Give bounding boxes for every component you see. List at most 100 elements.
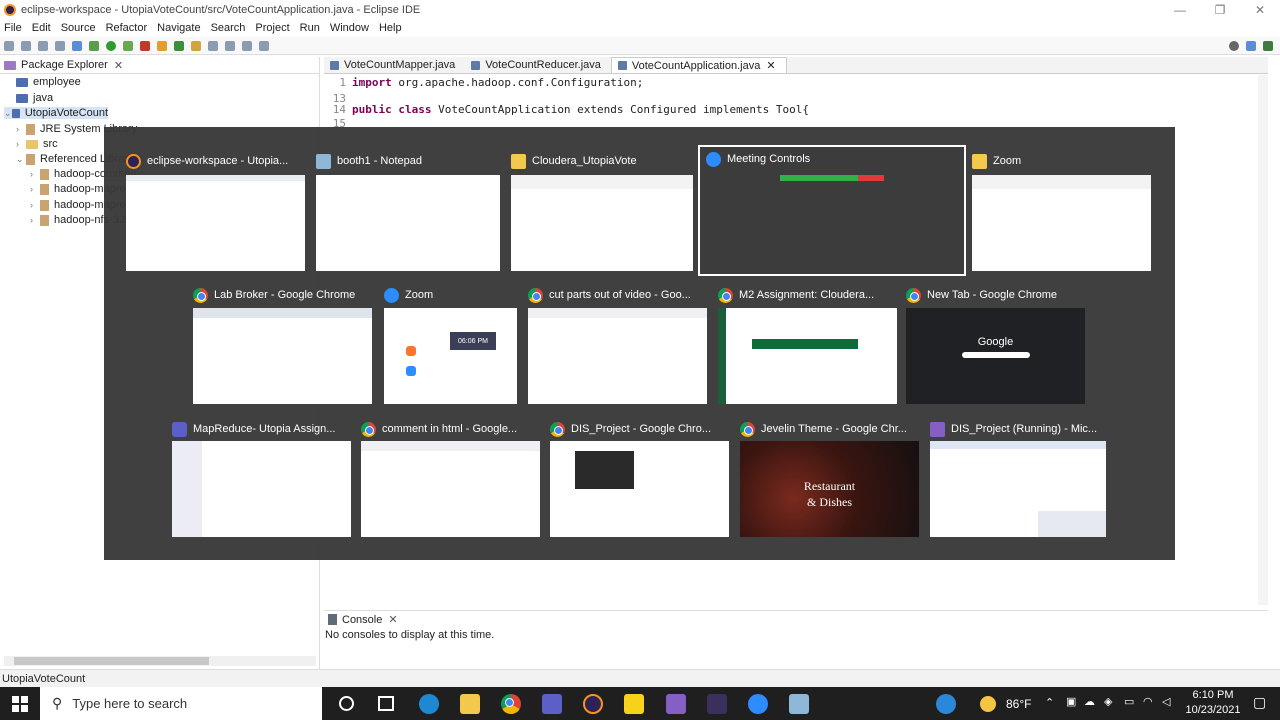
teams-icon[interactable] <box>542 694 562 714</box>
tree-item-utopiavotecount[interactable]: ⌄ UtopiaVoteCount <box>4 107 108 119</box>
chevron-up-icon[interactable]: ⌃ <box>1045 696 1054 709</box>
close-icon[interactable]: ✕ <box>114 59 123 72</box>
new-package-icon[interactable] <box>157 40 167 51</box>
taskbar-search-box[interactable]: ⚲ Type here to search <box>40 687 322 720</box>
window-title: eclipse-workspace - UtopiaVoteCount/src/… <box>21 4 421 16</box>
task-window-zoom[interactable]: Zoom 06:06 PM <box>384 283 517 404</box>
new-class-icon[interactable] <box>174 40 184 51</box>
visual-studio-icon[interactable] <box>666 694 686 714</box>
search-icon[interactable] <box>1229 40 1239 51</box>
external-tools-icon[interactable] <box>140 40 150 51</box>
task-window-lab-broker[interactable]: Lab Broker - Google Chrome <box>193 283 372 404</box>
chrome-icon <box>550 421 565 437</box>
task-view-icon[interactable] <box>378 696 394 711</box>
tab-votecountmapper[interactable]: VoteCountMapper.java <box>324 57 465 73</box>
close-button[interactable]: ✕ <box>1240 0 1280 20</box>
back-icon[interactable] <box>242 40 252 51</box>
task-window-cloudera-folder[interactable]: Cloudera_UtopiaVote <box>511 149 693 271</box>
task-window-zoom-folder[interactable]: Zoom <box>972 149 1151 271</box>
open-type-icon[interactable] <box>191 40 201 51</box>
sticky-notes-icon[interactable] <box>624 694 644 714</box>
eclipse-icon[interactable] <box>583 694 603 714</box>
task-window-notepad[interactable]: booth1 - Notepad <box>316 149 500 271</box>
vertical-scrollbar[interactable] <box>1258 75 1268 605</box>
window-thumbnail <box>193 308 372 404</box>
tree-item-java[interactable]: java <box>16 92 53 104</box>
wifi-icon[interactable]: ◠ <box>1143 695 1153 708</box>
volume-icon[interactable]: ◁ <box>1162 695 1170 708</box>
cortana-icon[interactable] <box>339 696 354 711</box>
console-tab[interactable]: Console ✕ <box>324 611 1268 628</box>
search-tool-icon[interactable] <box>208 40 218 51</box>
menu-search[interactable]: Search <box>211 22 246 34</box>
zoom-icon[interactable] <box>748 694 768 714</box>
menu-navigate[interactable]: Navigate <box>157 22 200 34</box>
help-icon[interactable] <box>936 694 956 714</box>
menu-project[interactable]: Project <box>255 22 289 34</box>
project-icon <box>16 77 28 87</box>
clock-date[interactable]: 10/23/2021 <box>1182 704 1244 716</box>
code-line[interactable]: 14 public class VoteCountApplication exte… <box>324 103 809 116</box>
new-icon[interactable] <box>4 40 14 51</box>
weather-temp[interactable]: 86°F <box>1006 697 1031 711</box>
minimize-button[interactable]: — <box>1160 0 1200 20</box>
weather-icon[interactable] <box>980 696 996 712</box>
scrollbar-thumb[interactable] <box>14 657 209 665</box>
battery-icon[interactable]: ▭ <box>1124 695 1134 708</box>
close-icon[interactable]: ✕ <box>388 613 397 626</box>
save-all-icon[interactable] <box>38 40 48 51</box>
java-perspective-icon[interactable] <box>1263 40 1273 51</box>
task-window-meeting-controls[interactable]: Meeting Controls <box>698 145 966 276</box>
task-window-new-tab[interactable]: New Tab - Google Chrome Google <box>906 283 1085 404</box>
tab-votecountapplication[interactable]: VoteCountApplication.java ✕ <box>610 57 787 73</box>
terminal-icon[interactable] <box>707 694 727 714</box>
tab-votecountreducer[interactable]: VoteCountReducer.java <box>465 57 611 73</box>
expand-icon[interactable]: ⌄ <box>4 108 12 119</box>
onedrive-icon[interactable]: ☁ <box>1084 695 1095 708</box>
clock-time[interactable]: 6:10 PM <box>1188 689 1238 701</box>
tree-item-employee[interactable]: employee <box>16 76 81 88</box>
task-window-mapreduce-teams[interactable]: MapReduce- Utopia Assign... <box>172 417 351 537</box>
tray-icon[interactable]: ◈ <box>1104 695 1112 708</box>
horizontal-scrollbar[interactable] <box>4 656 316 666</box>
debug-icon[interactable] <box>89 40 99 51</box>
tree-item-src[interactable]: › src <box>16 138 58 150</box>
menu-run[interactable]: Run <box>300 22 320 34</box>
save-icon[interactable] <box>21 40 31 51</box>
window-thumbnail <box>528 308 707 404</box>
windows-start-icon[interactable] <box>12 696 28 712</box>
code-line[interactable]: 1 import org.apache.hadoop.conf.Configura… <box>324 76 643 89</box>
file-explorer-icon[interactable] <box>460 694 480 714</box>
perspective-icon[interactable] <box>1246 40 1256 51</box>
print-icon[interactable] <box>55 40 65 51</box>
menu-edit[interactable]: Edit <box>32 22 51 34</box>
task-window-dis-project[interactable]: DIS_Project - Google Chro... <box>550 417 729 537</box>
close-icon[interactable]: ✕ <box>766 59 775 72</box>
task-window-visual-studio[interactable]: DIS_Project (Running) - Mic... <box>930 417 1106 537</box>
library-icon <box>26 123 35 135</box>
notifications-icon[interactable]: ▢ <box>1253 694 1266 711</box>
edge-icon[interactable] <box>419 694 439 714</box>
menu-file[interactable]: File <box>4 22 22 34</box>
menu-window[interactable]: Window <box>330 22 369 34</box>
package-explorer-tab[interactable]: Package Explorer ✕ <box>0 57 319 74</box>
window-thumbnail: 06:06 PM <box>384 308 517 404</box>
terminal-icon[interactable] <box>72 40 82 51</box>
coverage-icon[interactable] <box>123 40 133 51</box>
menu-help[interactable]: Help <box>379 22 402 34</box>
run-icon[interactable] <box>106 40 116 51</box>
task-window-m2-assignment[interactable]: M2 Assignment: Cloudera... <box>718 283 897 404</box>
menu-refactor[interactable]: Refactor <box>106 22 148 34</box>
tray-app-icon[interactable]: ▣ <box>1066 695 1076 708</box>
notepad-icon[interactable] <box>789 694 809 714</box>
menu-source[interactable]: Source <box>61 22 96 34</box>
task-window-cut-parts[interactable]: cut parts out of video - Goo... <box>528 283 707 404</box>
forward-icon[interactable] <box>259 40 269 51</box>
chrome-icon[interactable] <box>501 694 521 714</box>
java-file-icon <box>330 60 339 70</box>
task-window-comment-html[interactable]: comment in html - Google... <box>361 417 540 537</box>
maximize-button[interactable]: ❐ <box>1200 0 1240 20</box>
task-window-jevelin[interactable]: Jevelin Theme - Google Chr... Restaurant… <box>740 417 919 537</box>
task-window-eclipse[interactable]: eclipse-workspace - Utopia... <box>126 149 305 271</box>
annotation-icon[interactable] <box>225 40 235 51</box>
